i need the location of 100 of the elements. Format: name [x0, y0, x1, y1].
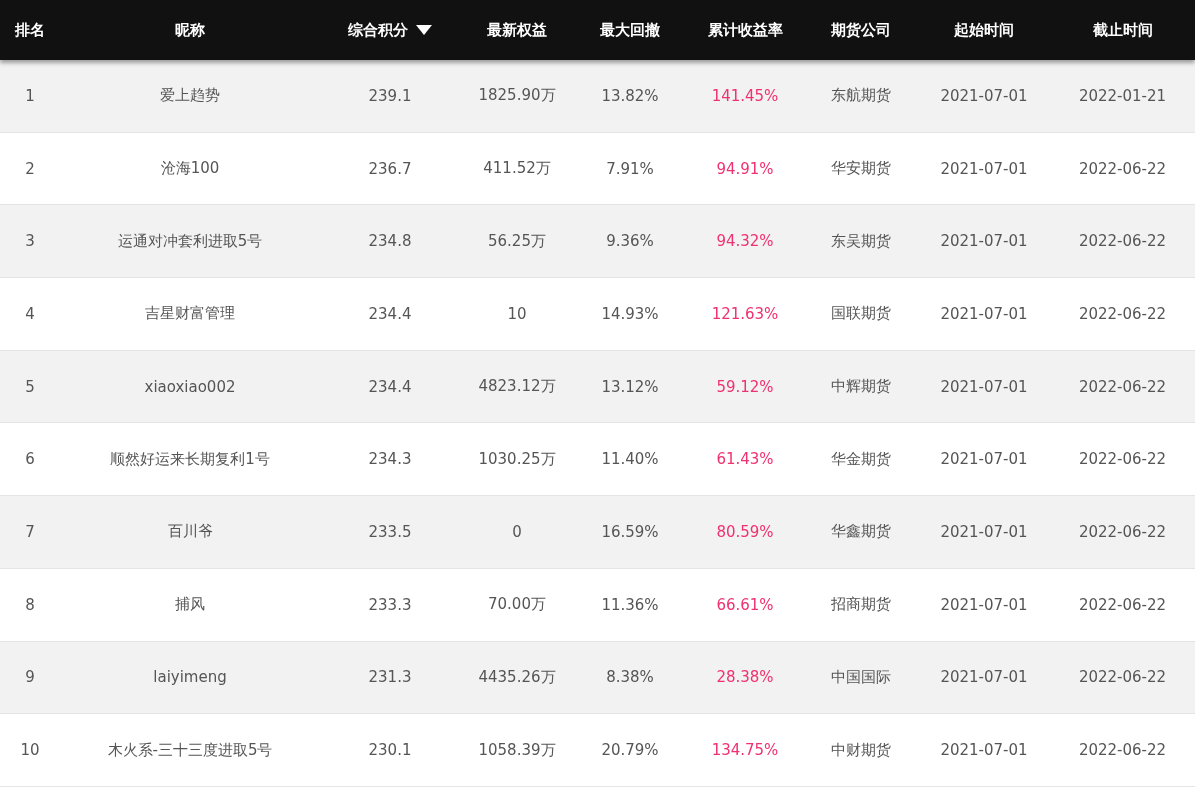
column-label: 最大回撤	[600, 20, 660, 40]
end-date-cell: 2022-06-22	[1078, 159, 1167, 178]
rank-cell: 6	[25, 450, 35, 469]
rank-cell: 7	[25, 522, 35, 541]
return-cell: 121.63%	[711, 304, 779, 323]
rank-cell: 10	[20, 741, 40, 760]
start-date-cell: 2021-07-01	[940, 232, 1028, 251]
nickname-cell: xiaoxiao002	[144, 377, 236, 396]
end-date-cell: 2022-01-21	[1078, 86, 1167, 105]
score-cell: 233.3	[368, 595, 412, 614]
company-cell: 华金期货	[831, 449, 891, 469]
rank-cell: 1	[25, 86, 35, 105]
column-label: 最新权益	[487, 20, 547, 40]
company-cell: 中辉期货	[831, 377, 891, 397]
rank-cell: 8	[25, 595, 35, 614]
sort-descending-icon[interactable]	[416, 25, 432, 35]
drawdown-cell: 7.91%	[606, 159, 654, 178]
start-date-cell: 2021-07-01	[940, 668, 1028, 687]
return-cell: 141.45%	[711, 86, 779, 105]
drawdown-cell: 20.79%	[601, 741, 659, 760]
company-cell: 国联期货	[831, 304, 891, 324]
company-cell: 招商期货	[831, 595, 891, 615]
equity-cell: 70.00万	[488, 595, 546, 615]
header-cell[interactable]: 起始时间	[918, 0, 1050, 60]
equity-cell: 10	[507, 304, 527, 323]
nickname-cell: 木火系-三十三度进取5号	[107, 740, 273, 760]
drawdown-cell: 11.36%	[601, 595, 659, 614]
drawdown-cell: 9.36%	[606, 232, 654, 251]
score-cell: 236.7	[368, 159, 412, 178]
drawdown-cell: 13.12%	[601, 377, 659, 396]
score-cell: 234.3	[368, 450, 412, 469]
column-label: 起始时间	[954, 20, 1014, 40]
nickname-cell: 吉星财富管理	[145, 304, 235, 324]
drawdown-cell: 8.38%	[606, 668, 654, 687]
end-date-cell: 2022-06-22	[1078, 232, 1167, 251]
end-date-cell: 2022-06-22	[1078, 595, 1167, 614]
return-cell: 61.43%	[716, 450, 774, 469]
equity-cell: 4435.26万	[478, 667, 556, 687]
column-label: 截止时间	[1092, 20, 1153, 40]
company-cell: 华安期货	[831, 159, 891, 179]
nickname-cell: 运通对冲套利进取5号	[117, 231, 263, 251]
start-date-cell: 2021-07-01	[940, 377, 1028, 396]
end-date-cell: 2022-06-22	[1078, 450, 1167, 469]
nickname-cell: 爱上趋势	[160, 86, 220, 106]
end-date-cell: 2022-06-22	[1078, 522, 1167, 541]
header-cell[interactable]: 最大回撤	[574, 0, 686, 60]
return-cell: 94.91%	[716, 159, 774, 178]
header-cell[interactable]: 排名	[0, 0, 60, 60]
start-date-cell: 2021-07-01	[940, 522, 1028, 541]
header-cell[interactable]: 截止时间	[1050, 0, 1195, 60]
return-cell: 66.61%	[716, 595, 774, 614]
company-cell: 中财期货	[831, 740, 891, 760]
company-cell: 中国国际	[831, 667, 891, 687]
drawdown-cell: 14.93%	[601, 304, 659, 323]
score-cell: 233.5	[368, 522, 412, 541]
score-cell: 234.4	[368, 377, 412, 396]
rank-cell: 3	[25, 232, 35, 251]
return-cell: 80.59%	[716, 522, 774, 541]
drawdown-cell: 11.40%	[601, 450, 659, 469]
equity-cell: 1030.25万	[478, 449, 556, 469]
column-label: 排名	[15, 20, 45, 40]
rank-cell: 9	[25, 668, 35, 687]
equity-cell: 56.25万	[488, 231, 546, 251]
score-cell: 231.3	[368, 668, 412, 687]
column-label: 期货公司	[831, 20, 891, 40]
return-cell: 94.32%	[716, 232, 774, 251]
header-cell[interactable]: 昵称	[60, 0, 320, 60]
score-cell: 230.1	[368, 741, 412, 760]
equity-cell: 1058.39万	[478, 740, 556, 760]
header-cell[interactable]: 综合积分	[320, 0, 460, 60]
drawdown-cell: 13.82%	[601, 86, 659, 105]
start-date-cell: 2021-07-01	[940, 450, 1028, 469]
nickname-cell: 沧海100	[160, 159, 220, 179]
company-cell: 东航期货	[831, 86, 891, 106]
return-cell: 134.75%	[711, 741, 779, 760]
equity-cell: 411.52万	[483, 159, 551, 179]
start-date-cell: 2021-07-01	[940, 86, 1028, 105]
rank-cell: 4	[25, 304, 35, 323]
equity-cell: 1825.90万	[478, 86, 556, 106]
rank-cell: 5	[25, 377, 35, 396]
nickname-cell: 顺然好运来长期复利1号	[110, 449, 270, 469]
start-date-cell: 2021-07-01	[940, 595, 1028, 614]
drawdown-cell: 16.59%	[601, 522, 659, 541]
company-cell: 东吴期货	[831, 231, 891, 251]
column-label: 综合积分	[348, 20, 408, 40]
score-cell: 234.4	[368, 304, 412, 323]
nickname-cell: laiyimeng	[153, 668, 227, 687]
end-date-cell: 2022-06-22	[1078, 377, 1167, 396]
nickname-cell: 捕风	[175, 595, 205, 615]
end-date-cell: 2022-06-22	[1078, 668, 1167, 687]
header-cell[interactable]: 累计收益率	[686, 0, 804, 60]
start-date-cell: 2021-07-01	[940, 159, 1028, 178]
column-label: 昵称	[175, 20, 205, 40]
nickname-cell: 百川爷	[167, 522, 213, 542]
score-cell: 234.8	[368, 232, 412, 251]
return-cell: 59.12%	[716, 377, 774, 396]
start-date-cell: 2021-07-01	[940, 741, 1028, 760]
column-label: 累计收益率	[707, 20, 783, 40]
header-cell[interactable]: 最新权益	[460, 0, 574, 60]
header-cell[interactable]: 期货公司	[804, 0, 918, 60]
